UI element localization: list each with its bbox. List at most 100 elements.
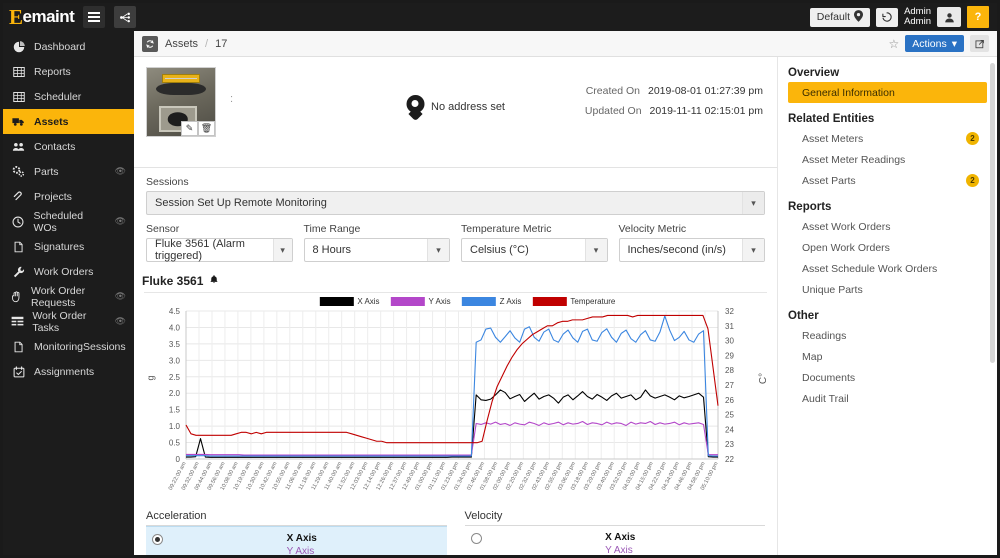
- related-nav-item[interactable]: Asset Schedule Work Orders: [788, 258, 987, 279]
- logo-text: emaint: [22, 7, 75, 26]
- sidebar-item-work-orders[interactable]: Work Orders: [3, 259, 134, 284]
- site-selector[interactable]: Default: [809, 7, 871, 27]
- related-nav-item-label: Asset Work Orders: [802, 220, 891, 233]
- created-on-value: 2019-08-01 01:27:39 pm: [647, 85, 763, 97]
- sidebar-item-assignments[interactable]: Assignments: [3, 359, 134, 384]
- sidebar-item-reports[interactable]: Reports: [3, 59, 134, 84]
- related-nav-group-title: Related Entities: [788, 113, 875, 125]
- sidebar-item-label: Assignments: [34, 365, 95, 378]
- velocity-panel: Velocity X Axis Y Axis: [464, 510, 766, 555]
- visibility-eye-icon[interactable]: 👁: [115, 166, 126, 177]
- hamburger-icon[interactable]: [83, 6, 106, 28]
- temperature-metric-label: Temperature Metric: [461, 223, 552, 235]
- paperclip-icon: [11, 190, 26, 203]
- sidebar-item-monitoringsessions[interactable]: MonitoringSessions: [3, 334, 134, 359]
- user-name-block: Admin Admin: [904, 6, 931, 28]
- related-nav-item[interactable]: Asset Meter Readings: [788, 149, 987, 170]
- trash-icon[interactable]: 🗑: [198, 121, 215, 136]
- related-nav-item[interactable]: Asset Parts 2: [788, 170, 987, 191]
- related-nav-item-label: Open Work Orders: [802, 241, 890, 254]
- sidebar-item-scheduler[interactable]: Scheduler: [3, 84, 134, 109]
- related-nav-group-title: Overview: [788, 67, 840, 79]
- sessions-select[interactable]: Session Set Up Remote Monitoring ▾: [146, 191, 765, 215]
- svg-text:24: 24: [725, 425, 734, 434]
- related-nav-group-title: Other: [788, 310, 819, 322]
- svg-text:1.0: 1.0: [169, 422, 181, 431]
- refresh-icon[interactable]: [142, 35, 158, 52]
- legend-label-y-axis: Y Axis: [428, 297, 451, 306]
- sensor-field: Sensor Fluke 3561 (Alarm triggered) ▾: [146, 223, 293, 262]
- legend-item-x-axis[interactable]: X Axis: [319, 297, 380, 306]
- sidebar-item-signatures[interactable]: Signatures: [3, 234, 134, 259]
- sidebar-item-dashboard[interactable]: Dashboard: [3, 34, 134, 59]
- sidebar-item-scheduled-wos[interactable]: Scheduled WOs 👁: [3, 209, 134, 234]
- related-nav-item[interactable]: Asset Meters 2: [788, 128, 987, 149]
- svg-text:4.0: 4.0: [169, 323, 181, 332]
- external-link-icon[interactable]: [970, 35, 989, 52]
- time-range-select[interactable]: 8 Hours ▾: [303, 238, 450, 262]
- related-nav-item[interactable]: Asset Work Orders: [788, 216, 987, 237]
- legend-item-temperature[interactable]: Temperature: [532, 297, 615, 306]
- sidebar-item-contacts[interactable]: Contacts: [3, 134, 134, 159]
- table-row[interactable]: X Axis Y Axis: [146, 526, 447, 555]
- legend-label-z-axis: Z Axis: [499, 297, 522, 306]
- temperature-metric-select[interactable]: Celsius (°C) ▾: [461, 238, 608, 262]
- time-range-label: Time Range: [303, 223, 361, 235]
- related-nav-item[interactable]: Audit Trail: [788, 388, 987, 409]
- related-navigation-panel: Overview General Information Related Entit…: [777, 57, 997, 555]
- sidebar-item-work-order-requests[interactable]: Work Order Requests 👁: [3, 284, 134, 309]
- bell-icon[interactable]: [209, 274, 219, 288]
- sitemap-icon[interactable]: [114, 6, 137, 28]
- created-on-row: Created On 2019-08-01 01:27:39 pm: [585, 81, 763, 101]
- status-badge: 2: [966, 174, 979, 187]
- visibility-eye-icon[interactable]: 👁: [115, 316, 126, 327]
- time-range-field: Time Range 8 Hours ▾: [303, 223, 450, 262]
- sidebar-item-work-order-tasks[interactable]: Work Order Tasks 👁: [3, 309, 134, 334]
- related-nav-item[interactable]: General Information: [788, 82, 987, 103]
- svg-text:25: 25: [725, 411, 734, 420]
- visibility-eye-icon[interactable]: 👁: [115, 291, 126, 302]
- asset-title: :: [230, 93, 234, 105]
- sidebar-item-label: Parts: [34, 165, 59, 178]
- velocity-metric-select[interactable]: Inches/second (in/s) ▾: [618, 238, 765, 262]
- sidebar-item-assets[interactable]: Assets: [3, 109, 134, 134]
- legend-item-z-axis[interactable]: Z Axis: [461, 297, 522, 306]
- legend-item-y-axis[interactable]: Y Axis: [390, 297, 451, 306]
- related-nav-item[interactable]: Open Work Orders: [788, 237, 987, 258]
- related-nav-groups: Overview General Information Related Entit…: [788, 67, 987, 409]
- sensor-chart[interactable]: X Axis Y Axis Z Axis Temperature g C° 0 …: [144, 292, 769, 502]
- visibility-eye-icon[interactable]: 👁: [115, 216, 126, 227]
- svg-text:4.5: 4.5: [169, 307, 181, 316]
- history-icon[interactable]: [876, 7, 899, 27]
- related-nav-item[interactable]: Readings: [788, 325, 987, 346]
- acceleration-title: Acceleration: [146, 510, 447, 526]
- panel-scrollbar[interactable]: [990, 63, 995, 363]
- sidebar-item-parts[interactable]: Parts 👁: [3, 159, 134, 184]
- star-outline-icon[interactable]: ☆: [889, 37, 900, 51]
- velocity-radio[interactable]: [470, 533, 482, 544]
- related-nav-item-label: Asset Meters: [802, 132, 864, 145]
- help-button[interactable]: ?: [967, 6, 989, 28]
- pencil-icon[interactable]: ✎: [181, 121, 198, 136]
- sensor-select-value: Fluke 3561 (Alarm triggered): [155, 238, 245, 262]
- related-nav-item[interactable]: Map: [788, 346, 987, 367]
- asset-photo[interactable]: ✎ 🗑: [146, 67, 216, 137]
- velocity-metric-field: Velocity Metric Inches/second (in/s) ▾: [618, 223, 765, 262]
- time-range-select-value: 8 Hours: [312, 244, 352, 256]
- sidebar-item-projects[interactable]: Projects: [3, 184, 134, 209]
- legend-swatch-x-axis: [319, 297, 354, 306]
- related-nav-item[interactable]: Documents: [788, 367, 987, 388]
- app-logo[interactable]: Eemaint: [9, 6, 75, 28]
- actions-button[interactable]: Actions ▾: [905, 35, 964, 52]
- acceleration-radio[interactable]: [152, 534, 163, 545]
- asset-address-text: No address set: [431, 101, 505, 113]
- svg-text:30: 30: [725, 337, 734, 346]
- user-icon[interactable]: [937, 7, 961, 27]
- svg-text:1.5: 1.5: [169, 406, 181, 415]
- breadcrumb-module[interactable]: Assets: [165, 38, 198, 50]
- sensor-select[interactable]: Fluke 3561 (Alarm triggered) ▾: [146, 238, 293, 262]
- related-nav-item[interactable]: Unique Parts: [788, 279, 987, 300]
- table-row[interactable]: X Axis Y Axis: [465, 526, 766, 555]
- asset-timestamps: Created On 2019-08-01 01:27:39 pm Updated…: [585, 81, 763, 121]
- actions-button-label: Actions: [912, 37, 947, 50]
